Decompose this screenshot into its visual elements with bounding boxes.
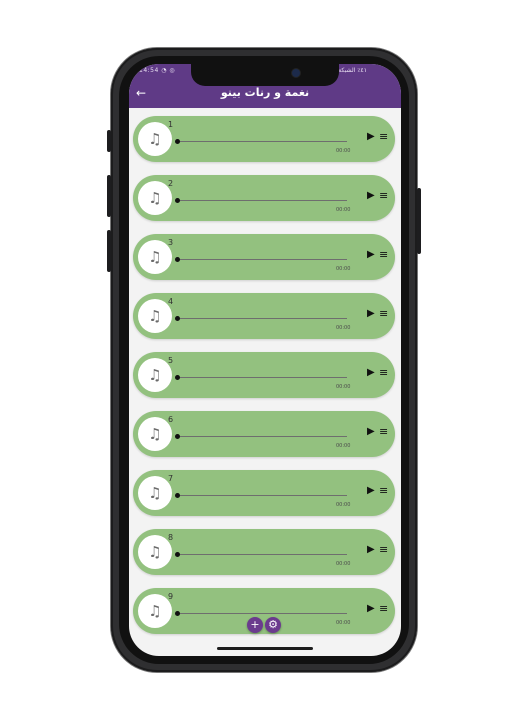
item-number: 9	[168, 592, 174, 601]
play-icon[interactable]: ▶	[367, 603, 375, 614]
item-number: 7	[168, 474, 174, 483]
play-icon[interactable]: ▶	[367, 308, 375, 319]
page-title: نغمة و رنات بينو	[220, 86, 310, 99]
play-icon[interactable]: ▶	[367, 131, 375, 142]
screen: 14:54 ◔ ◎ ٤١٪ الشبكة ← نغمة و رنات بينو …	[129, 64, 401, 656]
music-note-icon: ♫	[138, 417, 172, 451]
progress-slider[interactable]	[179, 318, 347, 319]
music-note-icon: ♫	[138, 122, 172, 156]
slider-thumb[interactable]	[175, 611, 180, 616]
menu-icon[interactable]: ≡	[379, 189, 388, 202]
status-left: 14:54 ◔ ◎	[139, 67, 176, 74]
menu-icon[interactable]: ≡	[379, 307, 388, 320]
play-icon[interactable]: ▶	[367, 544, 375, 555]
item-number: 8	[168, 533, 174, 542]
progress-slider[interactable]	[179, 495, 347, 496]
menu-icon[interactable]: ≡	[379, 366, 388, 379]
play-icon[interactable]: ▶	[367, 426, 375, 437]
time-label: 00:00	[336, 502, 351, 508]
play-icon[interactable]: ▶	[367, 485, 375, 496]
play-icon[interactable]: ▶	[367, 367, 375, 378]
item-number: 6	[168, 415, 174, 424]
list-item[interactable]: ♫ 3 00:00 ▶ ≡	[133, 234, 395, 280]
phone-power-button	[417, 188, 421, 254]
play-icon[interactable]: ▶	[367, 249, 375, 260]
progress-slider[interactable]	[179, 436, 347, 437]
menu-icon[interactable]: ≡	[379, 425, 388, 438]
progress-slider[interactable]	[179, 377, 347, 378]
menu-icon[interactable]: ≡	[379, 248, 388, 261]
music-note-icon: ♫	[138, 535, 172, 569]
item-number: 3	[168, 238, 174, 247]
add-button[interactable]: +	[247, 617, 263, 633]
notch	[191, 64, 339, 86]
play-icon[interactable]: ▶	[367, 190, 375, 201]
time-label: 00:00	[336, 148, 351, 154]
home-indicator	[217, 647, 313, 650]
list-item[interactable]: ♫ 7 00:00 ▶ ≡	[133, 470, 395, 516]
time-label: 00:00	[336, 620, 351, 626]
slider-thumb[interactable]	[175, 434, 180, 439]
slider-thumb[interactable]	[175, 552, 180, 557]
menu-icon[interactable]: ≡	[379, 484, 388, 497]
progress-slider[interactable]	[179, 141, 347, 142]
menu-icon[interactable]: ≡	[379, 602, 388, 615]
list-item[interactable]: ♫ 4 00:00 ▶ ≡	[133, 293, 395, 339]
slider-thumb[interactable]	[175, 257, 180, 262]
phone-silent-switch	[107, 130, 111, 152]
progress-slider[interactable]	[179, 554, 347, 555]
list-item[interactable]: ♫ 1 00:00 ▶ ≡	[133, 116, 395, 162]
progress-slider[interactable]	[179, 613, 347, 614]
status-right: ٤١٪ الشبكة	[338, 67, 367, 74]
settings-gear-icon[interactable]: ⚙	[265, 617, 281, 633]
time-label: 00:00	[336, 325, 351, 331]
phone-volume-down	[107, 230, 111, 272]
list-item[interactable]: ♫ 8 00:00 ▶ ≡	[133, 529, 395, 575]
music-note-icon: ♫	[138, 476, 172, 510]
progress-slider[interactable]	[179, 200, 347, 201]
time-label: 00:00	[336, 561, 351, 567]
time-label: 00:00	[336, 266, 351, 272]
music-note-icon: ♫	[138, 240, 172, 274]
item-number: 2	[168, 179, 174, 188]
front-camera	[292, 69, 300, 77]
time-label: 00:00	[336, 207, 351, 213]
time-label: 00:00	[336, 443, 351, 449]
slider-thumb[interactable]	[175, 316, 180, 321]
item-number: 1	[168, 120, 174, 129]
slider-thumb[interactable]	[175, 139, 180, 144]
list-item[interactable]: ♫ 2 00:00 ▶ ≡	[133, 175, 395, 221]
slider-thumb[interactable]	[175, 198, 180, 203]
time-label: 00:00	[336, 384, 351, 390]
slider-thumb[interactable]	[175, 375, 180, 380]
list-item[interactable]: ♫ 5 00:00 ▶ ≡	[133, 352, 395, 398]
item-number: 5	[168, 356, 174, 365]
music-note-icon: ♫	[138, 181, 172, 215]
phone-volume-up	[107, 175, 111, 217]
list-item[interactable]: ♫ 6 00:00 ▶ ≡	[133, 411, 395, 457]
music-note-icon: ♫	[138, 594, 172, 628]
music-note-icon: ♫	[138, 358, 172, 392]
ringtone-list: ♫ 1 00:00 ▶ ≡ ♫ 2 00:00 ▶ ≡ ♫ 3 00:00 ▶ …	[129, 108, 401, 656]
progress-slider[interactable]	[179, 259, 347, 260]
menu-icon[interactable]: ≡	[379, 130, 388, 143]
list-item[interactable]: ♫ 9 00:00 ▶ ≡	[133, 588, 395, 634]
menu-icon[interactable]: ≡	[379, 543, 388, 556]
item-number: 4	[168, 297, 174, 306]
slider-thumb[interactable]	[175, 493, 180, 498]
music-note-icon: ♫	[138, 299, 172, 333]
